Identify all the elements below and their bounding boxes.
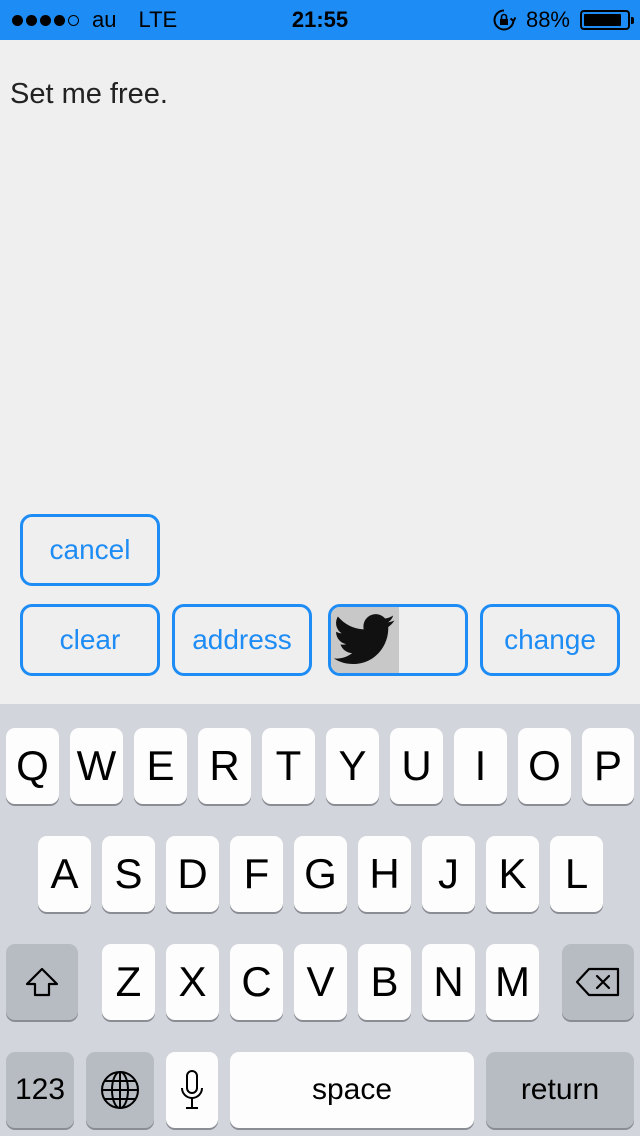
shift-key[interactable]	[6, 944, 78, 1020]
change-button[interactable]: change	[480, 604, 620, 676]
key-i[interactable]: I	[454, 728, 507, 804]
key-h[interactable]: H	[358, 836, 411, 912]
key-m[interactable]: M	[486, 944, 539, 1020]
key-y[interactable]: Y	[326, 728, 379, 804]
note-text[interactable]: Set me free.	[10, 78, 168, 111]
globe-icon	[101, 1071, 139, 1109]
key-b[interactable]: B	[358, 944, 411, 1020]
clear-button[interactable]: clear	[20, 604, 160, 676]
space-key[interactable]: space	[230, 1052, 474, 1128]
key-n[interactable]: N	[422, 944, 475, 1020]
key-t[interactable]: T	[262, 728, 315, 804]
twitter-icon-box	[331, 607, 399, 673]
microphone-icon	[181, 1070, 203, 1109]
delete-key[interactable]	[562, 944, 634, 1020]
key-f[interactable]: F	[230, 836, 283, 912]
key-v[interactable]: V	[294, 944, 347, 1020]
status-right: 88%	[492, 0, 634, 40]
address-button[interactable]: address	[172, 604, 312, 676]
battery-fill	[584, 14, 621, 26]
shift-icon	[25, 967, 59, 997]
key-r[interactable]: R	[198, 728, 251, 804]
key-l[interactable]: L	[550, 836, 603, 912]
key-d[interactable]: D	[166, 836, 219, 912]
delete-icon	[575, 967, 620, 997]
orientation-lock-icon	[493, 9, 516, 31]
key-u[interactable]: U	[390, 728, 443, 804]
key-s[interactable]: S	[102, 836, 155, 912]
battery-icon	[580, 10, 634, 30]
key-k[interactable]: K	[486, 836, 539, 912]
microphone-key[interactable]	[166, 1052, 218, 1128]
status-bar: au LTE 21:55 88%	[0, 0, 640, 40]
key-w[interactable]: W	[70, 728, 123, 804]
battery-percent: 88%	[525, 7, 570, 32]
key-o[interactable]: O	[518, 728, 571, 804]
key-x[interactable]: X	[166, 944, 219, 1020]
return-key[interactable]: return	[486, 1052, 634, 1128]
globe-key[interactable]	[86, 1052, 154, 1128]
key-z[interactable]: Z	[102, 944, 155, 1020]
numbers-key[interactable]: 123	[6, 1052, 74, 1128]
key-j[interactable]: J	[422, 836, 475, 912]
twitter-button[interactable]	[328, 604, 468, 676]
keyboard: Q W E R T Y U I O P A S D F G H J K L Z …	[0, 704, 640, 1136]
key-p[interactable]: P	[582, 728, 634, 804]
twitter-bird-icon	[334, 614, 395, 665]
key-a[interactable]: A	[38, 836, 91, 912]
key-g[interactable]: G	[294, 836, 347, 912]
cancel-button[interactable]: cancel	[20, 514, 160, 586]
key-e[interactable]: E	[134, 728, 187, 804]
battery-tip	[631, 17, 634, 24]
key-c[interactable]: C	[230, 944, 283, 1020]
key-q[interactable]: Q	[6, 728, 59, 804]
